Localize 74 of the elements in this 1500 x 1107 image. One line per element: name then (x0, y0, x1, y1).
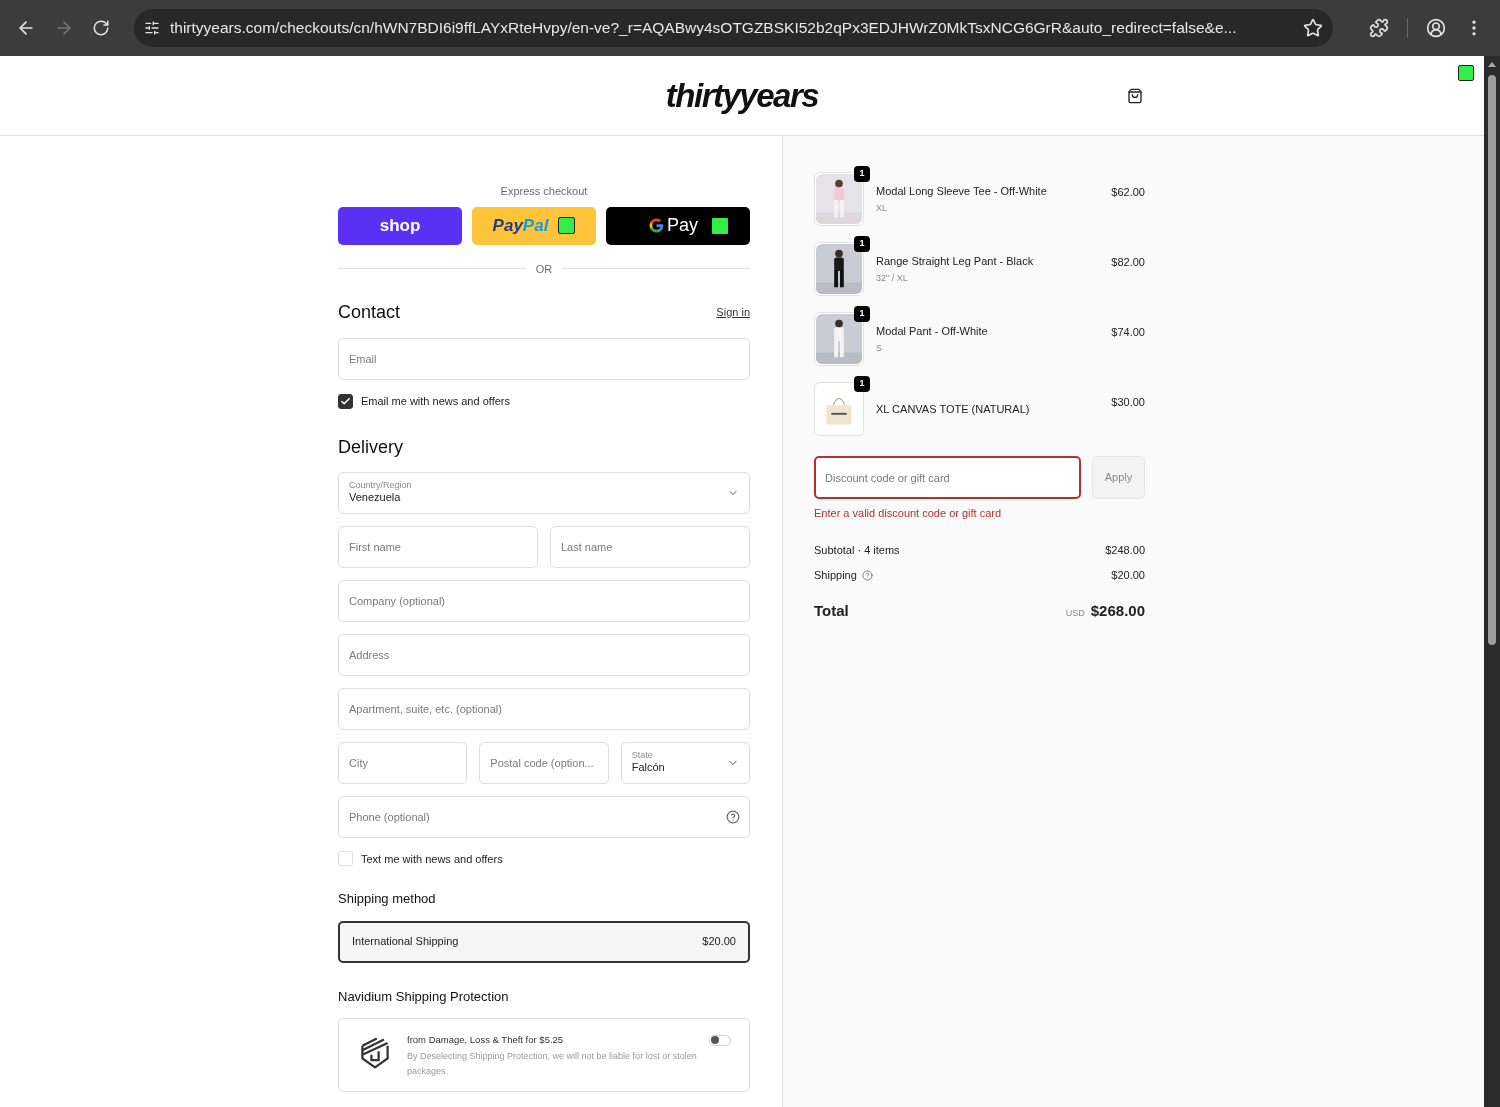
discount-field[interactable]: Discount code or gift card (814, 456, 1081, 499)
total-value: $268.00 (1090, 600, 1145, 621)
paypal-button[interactable]: PayPal (472, 206, 596, 245)
input-field[interactable]: Apartment, suite, etc. (optional) (338, 687, 750, 730)
quantity-badge: 1 (854, 306, 870, 322)
quantity-badge: 1 (854, 376, 870, 392)
status-marker-icon (1458, 65, 1474, 81)
protection-headline: from Damage, Loss & Theft for $5.25 (407, 1033, 564, 1047)
input-field[interactable]: Company (optional) (338, 579, 750, 622)
product-name: Range Straight Leg Pant - Black (876, 254, 1035, 269)
product-variant: S (876, 341, 883, 355)
input-field[interactable]: First name (338, 525, 538, 568)
checkbox-label: Email me with news and offers (361, 394, 510, 409)
section-caption: Express checkout (499, 184, 589, 199)
section-heading: Delivery (338, 435, 404, 459)
shipping-label: Shipping (814, 568, 857, 583)
field-value: Venezuela (349, 491, 402, 505)
help-icon[interactable] (726, 809, 740, 824)
input-field[interactable]: Postal code (option... (479, 741, 609, 784)
error-message: Enter a valid discount code or gift card (814, 506, 1003, 521)
total-label: Total (814, 600, 849, 621)
select-field[interactable]: Country/Region Venezuela (338, 471, 750, 514)
check-icon (340, 395, 351, 407)
product-variant: XL (876, 201, 888, 215)
product-price: $30.00 (1111, 395, 1145, 410)
sign-in-link[interactable]: Sign in (716, 304, 750, 321)
address-bar[interactable]: thirtyyears.com/checkouts/cn/hWN7BDI6i9ffLAYxRteHvpy/en-ve?_r=AQABwy4sOTGZBSKI52b2qPx3EDJHWrZ0MkTsxNCG6GrR&auto_redirect=false&e... (134, 9, 1333, 47)
cart-icon[interactable] (1127, 88, 1143, 104)
product-price: $74.00 (1111, 325, 1145, 340)
product-price: $62.00 (1111, 185, 1145, 200)
site-settings-icon[interactable] (144, 20, 160, 36)
subtotal-label: Subtotal · 4 items (814, 542, 900, 558)
profile-icon[interactable] (1426, 18, 1446, 38)
product-name: Modal Pant - Off-White (876, 324, 989, 339)
section-heading: Shipping method (338, 890, 437, 908)
input-field[interactable]: Phone (optional) (338, 795, 750, 838)
currency-code: USD (1065, 606, 1085, 620)
input-field[interactable]: Address (338, 633, 750, 676)
status-marker-icon (712, 217, 728, 234)
subtotal-value: $248.00 (1105, 542, 1145, 558)
google-icon (648, 217, 665, 234)
field-label: Country/Region (349, 480, 412, 492)
product-name: Modal Long Sleeve Tee - Off-White (876, 184, 1048, 199)
google-pay-button[interactable]: Pay (606, 206, 750, 245)
section-heading: Contact (338, 301, 401, 324)
store-logo[interactable]: thirtyyears (665, 70, 819, 121)
input-field[interactable]: Last name (550, 525, 750, 568)
section-heading: Navidium Shipping Protection (338, 987, 510, 1006)
quantity-badge: 1 (854, 166, 870, 182)
shipping-option[interactable]: International Shipping $20.00 (338, 920, 750, 963)
option-price: $20.00 (702, 934, 736, 950)
divider-label: OR (535, 261, 553, 277)
field-value: Falcón (631, 761, 665, 775)
product-variant: 32" / XL (876, 271, 909, 285)
input-field[interactable]: City (338, 741, 468, 784)
quantity-badge: 1 (854, 236, 870, 252)
checkbox-label: Text me with news and offers (361, 851, 503, 867)
protection-note: By Deselecting Shipping Protection, we will not be liable for lost or stolen packages. (407, 1050, 698, 1079)
reload-icon[interactable] (92, 19, 110, 37)
help-icon[interactable] (861, 569, 873, 581)
extensions-icon[interactable] (1369, 18, 1389, 38)
bookmark-star-icon[interactable] (1303, 18, 1323, 38)
product-name: XL CANVAS TOTE (NATURAL) (876, 401, 1031, 417)
checkbox[interactable] (338, 393, 353, 409)
option-label: International Shipping (352, 934, 459, 950)
shop-pay-button[interactable]: shop (338, 206, 462, 245)
toggle-switch[interactable] (709, 1034, 731, 1046)
input-field[interactable]: Email (338, 338, 750, 380)
status-marker-icon (558, 217, 576, 234)
select-field[interactable]: State Falcón (620, 741, 750, 784)
shipping-value: $20.00 (1111, 568, 1145, 583)
url-text: thirtyyears.com/checkouts/cn/hWN7BDI6i9ffLAYxRteHvpy/en-ve?_r=AQABwy4sOTGZBSKI52b2qPx3EDJHWrZ0MkTsxNCG6GrR&auto_redirect=false&e... (170, 18, 1238, 39)
product-price: $82.00 (1111, 255, 1145, 270)
field-label: State (631, 750, 654, 762)
